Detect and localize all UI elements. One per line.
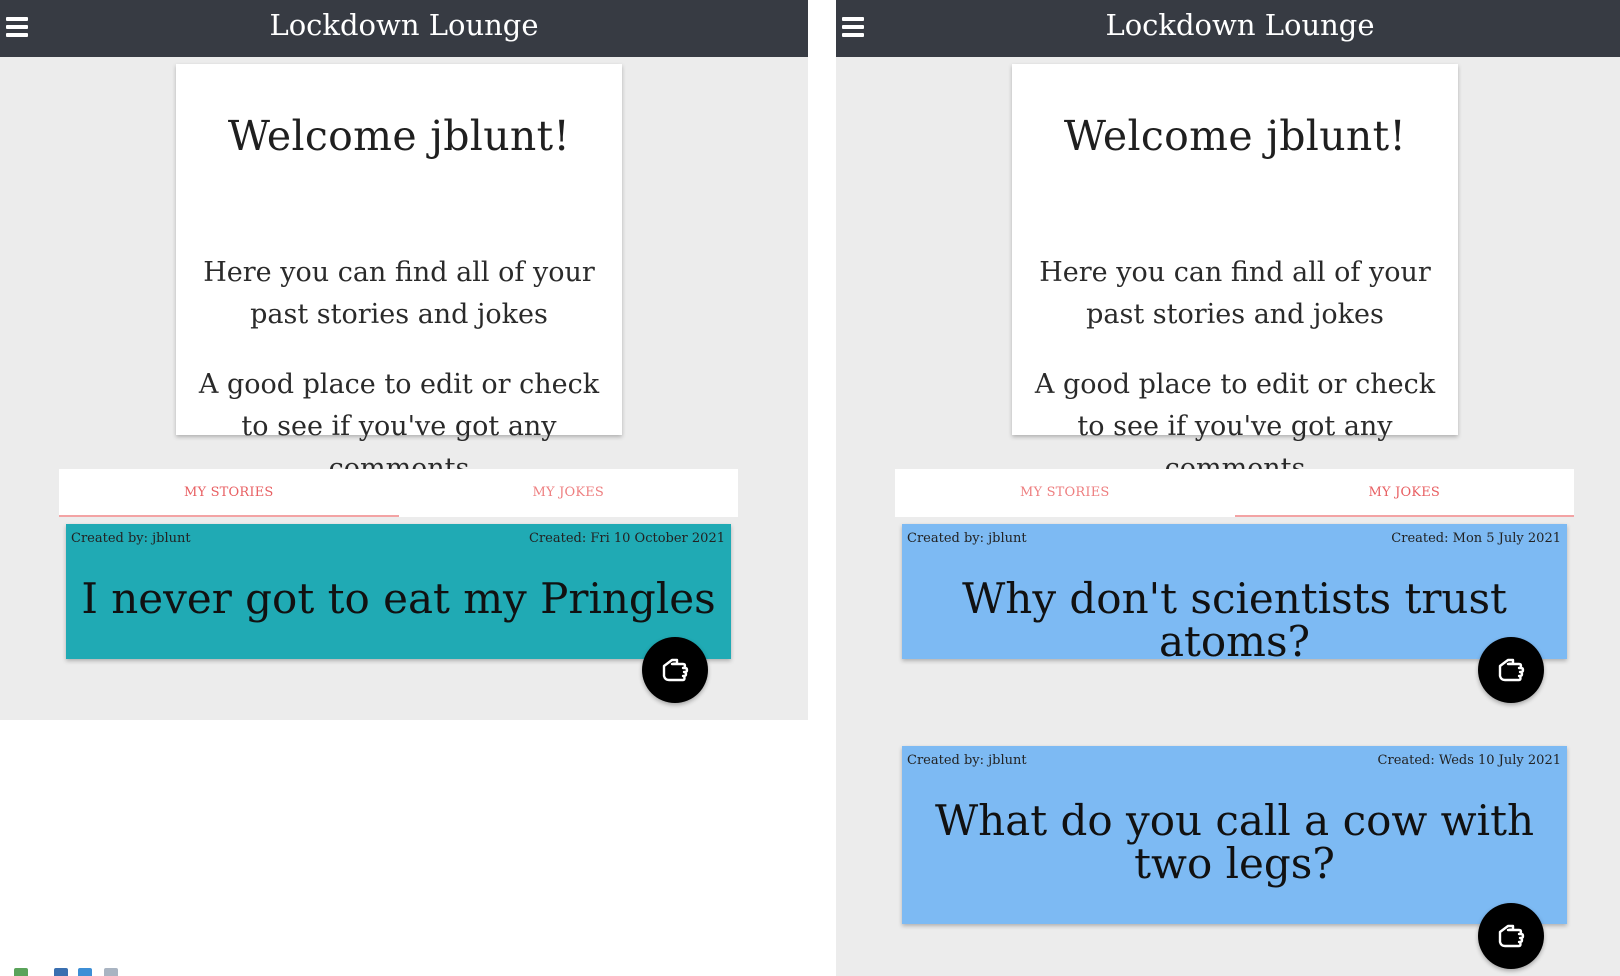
post-date: Created: Fri 10 October 2021 (529, 531, 725, 546)
post-author: Created by: jblunt (71, 531, 191, 546)
welcome-text-past-posts: Here you can find all of your past stori… (203, 257, 595, 330)
taskbar-fragment (0, 962, 300, 976)
app-icon[interactable] (14, 968, 28, 976)
brand-title[interactable]: Lockdown Lounge (836, 8, 1620, 42)
story-card[interactable]: Created by: jblunt Created: Fri 10 Octob… (66, 524, 731, 659)
joke-card[interactable]: Created by: jblunt Created: Mon 5 July 2… (902, 524, 1567, 663)
undo-icon[interactable] (78, 968, 92, 976)
open-post-button[interactable] (1478, 903, 1544, 969)
post-date: Created: Mon 5 July 2021 (1391, 531, 1561, 546)
tab-my-jokes[interactable]: MY JOKES (1234, 469, 1574, 517)
open-post-button[interactable] (642, 637, 708, 703)
post-title: What do you call a cow with two legs? (934, 796, 1534, 888)
jokes-view-panel: Lockdown Lounge Welcome jblunt! Here you… (836, 0, 1620, 976)
welcome-card: Welcome jblunt! Here you can find all of… (1012, 64, 1458, 484)
tab-my-stories[interactable]: MY STORIES (895, 469, 1235, 517)
tab-my-stories[interactable]: MY STORIES (59, 469, 399, 517)
welcome-card: Welcome jblunt! Here you can find all of… (176, 64, 622, 484)
post-date: Created: Weds 10 July 2021 (1377, 753, 1561, 768)
post-author: Created by: jblunt (907, 531, 1027, 546)
open-post-button[interactable] (1478, 637, 1544, 703)
stories-view-panel: Lockdown Lounge Welcome jblunt! Here you… (0, 0, 808, 720)
post-author: Created by: jblunt (907, 753, 1027, 768)
pointing-hand-icon (1498, 924, 1525, 948)
tabs-bar: MY STORIES MY JOKES (895, 469, 1574, 517)
navbar: Lockdown Lounge (836, 0, 1620, 57)
post-title: I never got to eat my Pringles (81, 574, 716, 623)
welcome-title: Welcome jblunt! (1063, 112, 1407, 160)
pointing-hand-icon (1498, 658, 1525, 682)
tab-my-jokes[interactable]: MY JOKES (399, 469, 739, 517)
welcome-title: Welcome jblunt! (227, 112, 571, 160)
welcome-text-past-posts: Here you can find all of your past stori… (1039, 257, 1431, 330)
brand-title[interactable]: Lockdown Lounge (0, 8, 808, 42)
post-title: Why don't scientists trust atoms? (962, 574, 1507, 666)
joke-card[interactable]: Created by: jblunt Created: Weds 10 July… (902, 746, 1567, 924)
navbar: Lockdown Lounge (0, 0, 808, 57)
redo-icon[interactable] (104, 968, 118, 976)
save-icon[interactable] (54, 968, 68, 976)
pointing-hand-icon (662, 658, 689, 682)
tabs-bar: MY STORIES MY JOKES (59, 469, 738, 517)
